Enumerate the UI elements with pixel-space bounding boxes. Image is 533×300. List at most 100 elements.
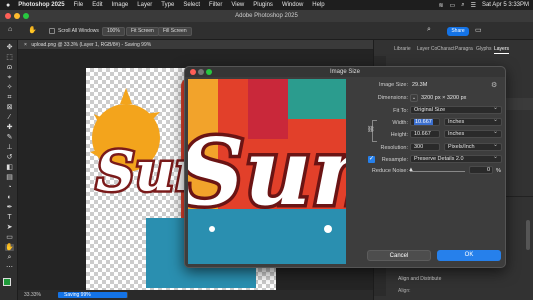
resolution-unit-value: Pixels/Inch bbox=[448, 144, 475, 150]
rectangle-tool-icon[interactable]: ▭ bbox=[5, 234, 14, 241]
share-button[interactable]: Share bbox=[447, 27, 469, 36]
gradient-tool-icon[interactable]: ▤ bbox=[5, 174, 14, 181]
panel-scrollbar[interactable] bbox=[526, 220, 530, 250]
search-icon[interactable]: ⌕ bbox=[461, 2, 464, 9]
menu-type[interactable]: Type bbox=[161, 2, 174, 8]
height-field[interactable]: 10.667 bbox=[410, 130, 440, 138]
width-unit-select[interactable]: Inches bbox=[444, 117, 502, 126]
tab-close-icon[interactable]: × bbox=[24, 42, 27, 48]
resample-select[interactable]: Preserve Details 2.0 bbox=[410, 154, 502, 163]
fill-screen-button[interactable]: Fill Screen bbox=[158, 27, 192, 36]
zoom-window-button[interactable] bbox=[23, 13, 29, 19]
preview-summer-text: Summer bbox=[188, 118, 346, 226]
scroll-all-windows-label: Scroll All Windows bbox=[58, 28, 99, 34]
dimensions-unit-dropdown[interactable]: ⌄ bbox=[410, 94, 418, 102]
resolution-field[interactable]: 300 bbox=[410, 143, 440, 151]
control-center-icon[interactable]: ☰ bbox=[471, 2, 476, 9]
object-selection-tool-icon[interactable]: ⌖ bbox=[5, 74, 14, 81]
tab-layer-comps[interactable]: Layer Co bbox=[417, 44, 437, 54]
reduce-noise-unit: % bbox=[496, 168, 501, 174]
move-tool-icon[interactable]: ✥ bbox=[5, 44, 14, 51]
zoom-100-button[interactable]: 100% bbox=[102, 27, 125, 36]
home-icon[interactable]: ⌂ bbox=[8, 26, 12, 33]
height-unit-select[interactable]: Inches bbox=[444, 129, 502, 138]
crop-tool-icon[interactable]: ⌗ bbox=[5, 94, 14, 101]
minimize-window-button[interactable] bbox=[14, 13, 20, 19]
menu-select[interactable]: Select bbox=[183, 2, 200, 8]
tab-libraries[interactable]: Librarie bbox=[394, 44, 411, 54]
save-progress-bar: Saving 99% bbox=[58, 292, 128, 298]
dodge-tool-icon[interactable]: ◐ bbox=[5, 194, 14, 201]
healing-brush-tool-icon[interactable]: ✚ bbox=[5, 124, 14, 131]
align-distribute-header[interactable]: Align and Distribute bbox=[398, 276, 441, 282]
eraser-tool-icon[interactable]: ◧ bbox=[5, 164, 14, 171]
brush-tool-icon[interactable]: ✎ bbox=[5, 134, 14, 141]
width-label: Width: bbox=[392, 120, 408, 126]
close-window-button[interactable] bbox=[5, 13, 11, 19]
image-size-dialog: Image Size Summer Image Size: 29.3M ⚙ Di… bbox=[184, 66, 506, 268]
tab-paragraph[interactable]: Paragra bbox=[455, 44, 473, 54]
dimensions-value: 3200 px × 3200 px bbox=[421, 95, 467, 101]
window-title: Adobe Photoshop 2025 bbox=[235, 13, 298, 19]
menu-edit[interactable]: Edit bbox=[92, 2, 102, 8]
blur-tool-icon[interactable]: ◔ bbox=[5, 184, 14, 191]
dialog-minimize-button bbox=[198, 69, 204, 75]
menu-file[interactable]: File bbox=[74, 2, 84, 8]
tab-glyphs[interactable]: Glyphs bbox=[476, 44, 492, 54]
fit-screen-button[interactable]: Fit Screen bbox=[126, 27, 159, 36]
reduce-noise-slider-handle[interactable]: ▲ bbox=[408, 167, 414, 173]
foreground-color-swatch[interactable] bbox=[3, 278, 11, 286]
tab-layers[interactable]: Layers bbox=[494, 44, 510, 54]
zoom-tool-icon[interactable]: ⌕ bbox=[5, 254, 14, 261]
status-zoom[interactable]: 33.33% bbox=[24, 290, 41, 300]
reduce-noise-field[interactable]: 0 bbox=[469, 166, 493, 174]
path-selection-tool-icon[interactable]: ➤ bbox=[5, 224, 14, 231]
menu-plugins[interactable]: Plugins bbox=[253, 2, 273, 8]
battery-icon[interactable]: ▭ bbox=[450, 2, 456, 9]
eyedropper-tool-icon[interactable]: ⁄ bbox=[5, 114, 14, 121]
menu-app-name[interactable]: Photoshop 2025 bbox=[18, 2, 64, 8]
hand-tool-icon[interactable]: ✋ bbox=[28, 26, 37, 34]
search-icon[interactable]: ⌕ bbox=[427, 26, 431, 34]
cancel-button[interactable]: Cancel bbox=[367, 250, 431, 261]
document-tab[interactable]: × upload.png @ 33.3% (Layer 1, RGB/8#) -… bbox=[18, 40, 373, 50]
wifi-icon[interactable]: ≋ bbox=[439, 2, 444, 9]
dialog-close-button[interactable] bbox=[190, 69, 196, 75]
menu-window[interactable]: Window bbox=[282, 2, 303, 8]
magic-wand-tool-icon[interactable]: ✧ bbox=[5, 84, 14, 91]
reduce-noise-slider-track[interactable] bbox=[410, 171, 465, 172]
image-size-preview[interactable]: Summer bbox=[188, 79, 346, 264]
frame-tool-icon[interactable]: ⊠ bbox=[5, 104, 14, 111]
dialog-title: Image Size bbox=[329, 69, 360, 75]
width-value: 10.667 bbox=[414, 119, 433, 125]
height-unit-value: Inches bbox=[448, 131, 465, 137]
history-brush-tool-icon[interactable]: ↺ bbox=[5, 154, 14, 161]
menu-layer[interactable]: Layer bbox=[137, 2, 152, 8]
menu-help[interactable]: Help bbox=[312, 2, 324, 8]
menubar-datetime[interactable]: Sat Apr 5 3:33PM bbox=[482, 2, 529, 8]
resolution-unit-select[interactable]: Pixels/Inch bbox=[444, 142, 502, 151]
scroll-all-windows-checkbox[interactable] bbox=[49, 28, 55, 34]
fit-to-select[interactable]: Original Size bbox=[410, 105, 502, 114]
resample-value: Preserve Details 2.0 bbox=[414, 156, 464, 162]
marquee-tool-icon[interactable]: ⬚ bbox=[5, 54, 14, 61]
tab-character[interactable]: Charact bbox=[437, 44, 455, 54]
width-field[interactable]: 10.667 bbox=[410, 118, 440, 126]
more-tools-icon[interactable]: ⋯ bbox=[5, 264, 14, 271]
menu-view[interactable]: View bbox=[231, 2, 244, 8]
clone-stamp-tool-icon[interactable]: ⊥ bbox=[5, 144, 14, 151]
workspace-icon[interactable]: ▭ bbox=[475, 26, 482, 34]
ok-button[interactable]: OK bbox=[437, 250, 501, 261]
type-tool-icon[interactable]: T bbox=[5, 214, 14, 221]
menu-image[interactable]: Image bbox=[112, 2, 129, 8]
dialog-zoom-button[interactable] bbox=[206, 69, 212, 75]
lasso-tool-icon[interactable]: ɷ bbox=[5, 64, 14, 71]
hand-tool-icon[interactable]: ✋ bbox=[5, 244, 14, 251]
align-label: Align: bbox=[398, 288, 411, 294]
apple-icon[interactable]: ● bbox=[6, 2, 10, 9]
gear-icon[interactable]: ⚙ bbox=[491, 81, 497, 89]
macos-menubar: ● Photoshop 2025 File Edit Image Layer T… bbox=[0, 0, 533, 10]
resolution-label: Resolution: bbox=[380, 145, 408, 151]
menu-filter[interactable]: Filter bbox=[209, 2, 222, 8]
pen-tool-icon[interactable]: ✒ bbox=[5, 204, 14, 211]
